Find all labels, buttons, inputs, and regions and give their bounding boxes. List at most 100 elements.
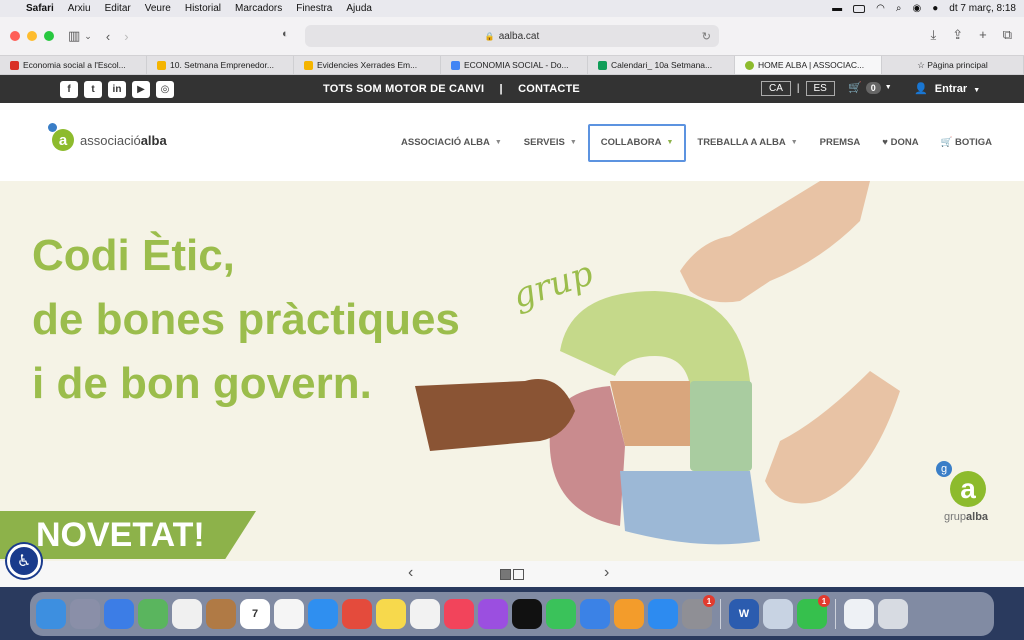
nav-dona[interactable]: ♥ DONA (871, 124, 929, 162)
maps-icon[interactable] (138, 599, 168, 629)
lang-es-button[interactable]: ES (805, 81, 835, 96)
freeform-icon[interactable] (410, 599, 440, 629)
login-button[interactable]: 👤 Entrar ▼ (914, 82, 980, 95)
nav-associacio-alba[interactable]: ASSOCIACIÓ ALBA ▼ (390, 124, 513, 162)
finder-icon[interactable] (36, 599, 66, 629)
lock-icon: 🔒 (484, 31, 495, 41)
nav-collabora[interactable]: COLLABORA ▼ (587, 123, 687, 162)
back-arrow-icon[interactable]: ‹ (106, 29, 110, 44)
contacts-icon[interactable] (206, 599, 236, 629)
dock-separator (835, 599, 836, 629)
forward-arrow-icon[interactable]: › (124, 29, 128, 44)
facetime-icon[interactable]: 1 (797, 595, 830, 629)
photos-icon[interactable] (172, 599, 202, 629)
instagram-icon[interactable]: ◎ (156, 80, 174, 98)
menu-item-historial[interactable]: Historial (185, 3, 221, 14)
cart-button[interactable]: 🛒 0 ▼ (848, 81, 892, 94)
menu-item-finestra[interactable]: Finestra (296, 3, 332, 14)
launchpad-icon[interactable] (70, 599, 100, 629)
tab-calendari[interactable]: Calendari_ 10a Setmana... (588, 56, 735, 74)
hero-title-line2: de bones pràctiques (32, 295, 460, 344)
zoom-window-button[interactable] (44, 31, 54, 41)
menu-item-editar[interactable]: Editar (105, 3, 131, 14)
spotlight-search-icon[interactable]: ⌕ (896, 3, 902, 14)
music-icon[interactable] (444, 599, 474, 629)
tab-setmana-emprenedor[interactable]: 10. Setmana Emprenedor... (147, 56, 294, 74)
calendar-icon[interactable]: 7 (240, 599, 270, 629)
downloads-icon[interactable]: ⤓ (930, 27, 936, 43)
privacy-shield-icon[interactable]: ◐ (282, 28, 289, 40)
lang-ca-button[interactable]: CA (761, 81, 791, 96)
pages-icon[interactable] (614, 599, 644, 629)
minimize-window-button[interactable] (27, 31, 37, 41)
sidebar-toggle-icon[interactable]: ▥ (68, 28, 80, 44)
twitter-icon[interactable]: t (84, 80, 102, 98)
safari-window: ▥ ⌄ ‹ › ◐ 🔒 aalba.cat ↻ ⤓ ⇪ + ⧉ Economia… (0, 17, 1024, 587)
close-window-button[interactable] (10, 31, 20, 41)
safari-icon[interactable] (308, 599, 338, 629)
nav-treballa-a-alba[interactable]: TREBALLA A ALBA ▼ (686, 124, 808, 162)
app-store-icon[interactable] (648, 599, 678, 629)
nav-botiga[interactable]: 🛒 BOTIGA (930, 124, 1003, 162)
screen-mirroring-icon[interactable]: ▬ (832, 3, 842, 14)
menu-item-arxiu[interactable]: Arxiu (68, 3, 91, 14)
cart-count: 0 (865, 81, 881, 94)
control-center-icon[interactable]: ◉ (913, 3, 922, 14)
battery-icon[interactable] (853, 4, 866, 13)
reload-icon[interactable]: ↻ (702, 30, 711, 43)
preview-icon[interactable] (763, 599, 793, 629)
mail-icon[interactable] (104, 599, 134, 629)
trash-icon[interactable] (878, 599, 908, 629)
motto-link[interactable]: TOTS SOM MOTOR DE CANVI (323, 83, 484, 95)
menu-item-veure[interactable]: Veure (145, 3, 171, 14)
hero-banner[interactable]: Codi Ètic, de bones pràctiques i de bon … (0, 181, 1024, 561)
facebook-icon[interactable]: f (60, 80, 78, 98)
logo-text-bold: alba (140, 132, 167, 148)
logo-text-light: associació (80, 132, 141, 148)
slider-next-arrow-icon[interactable]: › (604, 564, 609, 582)
tab-economia-social-doc[interactable]: ECONOMIA SOCIAL - Do... (441, 56, 588, 74)
gmail-icon (10, 60, 19, 70)
accessibility-icon[interactable]: ♿ (7, 544, 41, 578)
menu-item-ajuda[interactable]: Ajuda (346, 3, 372, 14)
logo-mark-icon: a (48, 123, 74, 151)
address-bar[interactable]: 🔒 aalba.cat ↻ (305, 25, 719, 47)
tab-overview-icon[interactable]: ⧉ (1003, 27, 1012, 43)
youtube-icon[interactable]: ▶ (132, 80, 150, 98)
slider-prev-arrow-icon[interactable]: ‹ (408, 564, 413, 582)
siri-icon[interactable]: ● (932, 3, 938, 14)
grup-g-icon: g (936, 461, 952, 477)
keynote-icon[interactable] (580, 599, 610, 629)
slider-dot-2[interactable] (513, 568, 524, 580)
document-stack-icon[interactable] (844, 599, 874, 629)
numbers-icon[interactable] (546, 599, 576, 629)
podcasts-icon[interactable] (478, 599, 508, 629)
wifi-icon[interactable]: ◠ (876, 3, 885, 14)
slider-dot-1[interactable] (500, 568, 511, 580)
share-icon[interactable]: ⇪ (952, 27, 963, 43)
tab-home-alba[interactable]: HOME ALBA | ASSOCIAC... (735, 56, 882, 74)
reminders-icon[interactable] (274, 599, 304, 629)
brand-small-text: grup (944, 511, 967, 523)
site-logo[interactable]: a associacióalba (48, 123, 167, 151)
sidebar-menu-chevron-icon[interactable]: ⌄ (84, 31, 92, 42)
menu-item-marcadors[interactable]: Marcadors (235, 3, 282, 14)
menu-app-name[interactable]: Safari (26, 3, 54, 14)
word-icon[interactable]: W (729, 599, 759, 629)
tab-pagina-principal[interactable]: ☆ Pàgina principal (882, 56, 1024, 74)
notification-badge: 1 (703, 595, 715, 607)
nav-premsa[interactable]: PREMSA (809, 124, 872, 162)
contact-link[interactable]: CONTACTE (518, 83, 580, 95)
new-tab-icon[interactable]: + (979, 27, 987, 43)
macos-dock: 7 1 W 1 (30, 592, 994, 636)
menu-clock[interactable]: dt 7 març, 8:18 (949, 3, 1016, 14)
nav-serveis[interactable]: SERVEIS ▼ (513, 124, 588, 162)
chevron-down-icon: ▼ (494, 139, 502, 146)
tab-economia-social[interactable]: Economia social a l'Escol... (0, 56, 147, 74)
tab-evidencies-xerrades[interactable]: Evidencies Xerrades Em... (294, 56, 441, 74)
apple-tv-icon[interactable] (512, 599, 542, 629)
notes-icon[interactable] (376, 599, 406, 629)
system-settings-icon[interactable]: 1 (682, 595, 715, 629)
linkedin-icon[interactable]: in (108, 80, 126, 98)
chrome-icon[interactable] (342, 599, 372, 629)
